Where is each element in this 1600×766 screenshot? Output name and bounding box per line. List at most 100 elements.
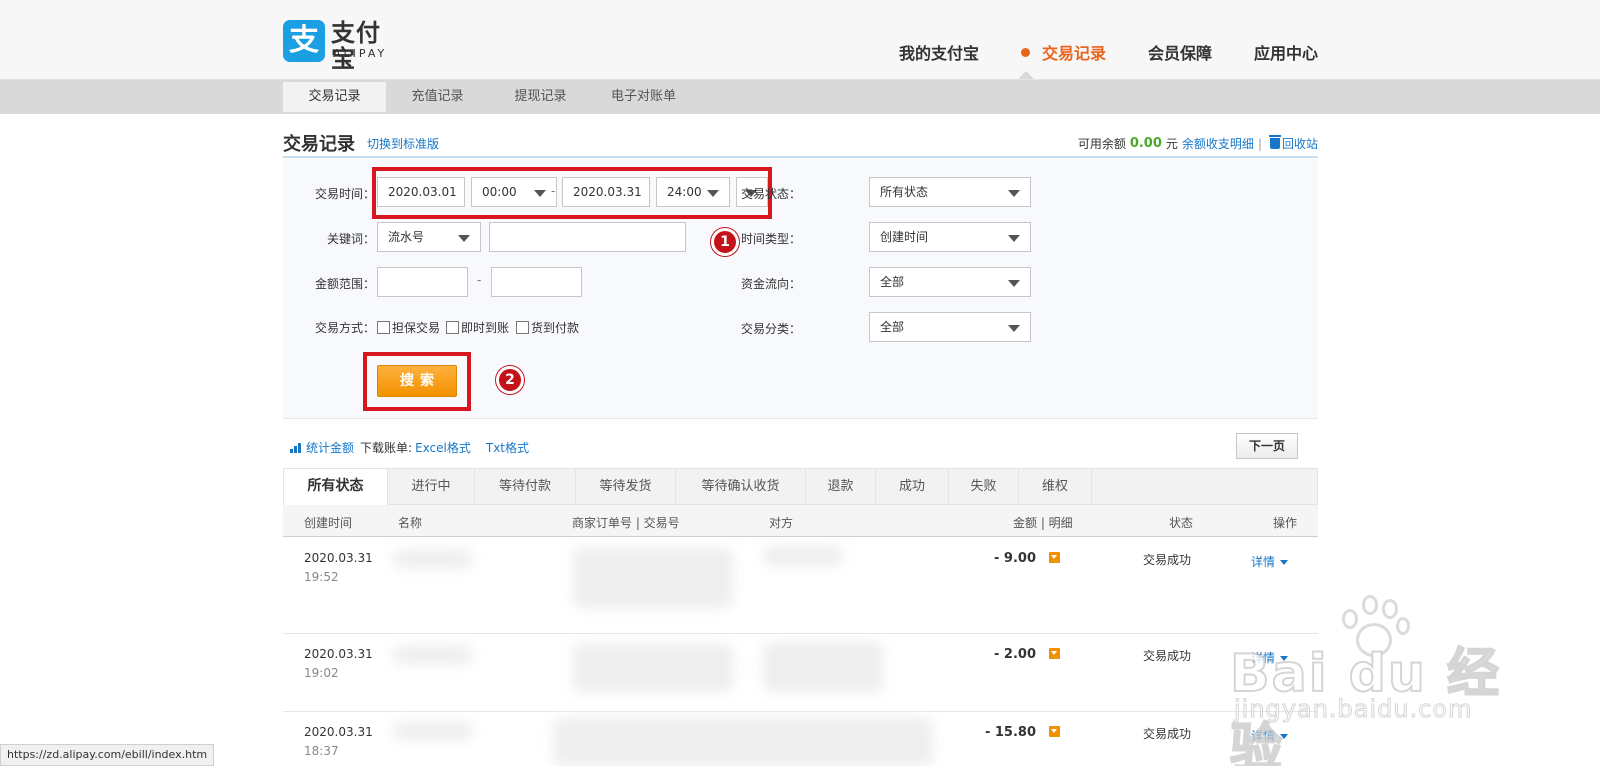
tab-success[interactable]: 成功 <box>876 469 949 504</box>
checkbox-icon <box>516 320 529 334</box>
table-row: 2020.03.31 19:02 - 2.00 交易成功 详情 <box>283 634 1318 712</box>
blurred-party <box>763 546 843 566</box>
logo-text-en: ALIPAY <box>333 47 388 60</box>
alipay-logo[interactable]: 支 支付宝 ALIPAY <box>283 20 405 72</box>
flow-label: 资金流向： <box>740 277 801 291</box>
keyword-type-select[interactable]: 流水号 <box>377 222 481 252</box>
separator: | <box>1257 136 1262 151</box>
row-amount: - 9.00 <box>994 551 1036 566</box>
row-amount: - 15.80 <box>984 725 1036 740</box>
blurred-order <box>573 548 733 608</box>
download-txt-link[interactable]: Txt格式 <box>486 439 529 456</box>
checkbox-icon <box>446 320 459 334</box>
amount-max-input[interactable] <box>491 267 582 297</box>
amount-min-input[interactable] <box>377 267 468 297</box>
col-name: 名称 <box>398 516 423 530</box>
col-created: 创建时间 <box>304 516 353 530</box>
balance-value: 0.00 <box>1129 136 1162 151</box>
watermark-url: jingyan.baidu.com <box>1233 695 1473 724</box>
chevron-down-icon <box>1008 190 1020 197</box>
active-dot-icon <box>1020 48 1030 57</box>
col-order: 商家订单号 | 交易号 <box>572 516 680 530</box>
nav-member-protection[interactable]: 会员保障 <box>1148 41 1212 67</box>
tab-awaiting-shipment[interactable]: 等待发货 <box>576 469 676 504</box>
row-status: 交易成功 <box>1143 727 1192 741</box>
blurred-order <box>553 718 933 766</box>
download-excel-link[interactable]: Excel格式 <box>415 439 471 456</box>
amount-detail-icon[interactable] <box>1049 726 1060 737</box>
stats-amount-link[interactable]: 统计金额 <box>306 439 354 456</box>
blurred-name <box>393 550 473 568</box>
checkbox-instant[interactable]: 即时到账 <box>446 319 509 335</box>
nav-transactions[interactable]: 交易记录 <box>1020 41 1106 67</box>
nav-caret-icon <box>1018 71 1034 79</box>
keyword-input[interactable] <box>489 222 686 252</box>
highlight-box-search <box>363 352 471 411</box>
chevron-down-icon <box>458 235 470 242</box>
row-date: 2020.03.31 <box>304 647 373 661</box>
title-bar: 交易记录 切换到标准版 可用余额 0.00 元 余额收支明细 | 回收站 <box>283 126 1318 158</box>
col-amount: 金额 | 明细 <box>1013 516 1073 530</box>
tab-refund[interactable]: 退款 <box>806 469 876 504</box>
browser-status-url: https://zd.alipay.com/ebill/index.htm <box>0 744 215 766</box>
alipay-page: 支 支付宝 ALIPAY 我的支付宝 交易记录 会员保障 应用中心 交易记录 充… <box>0 0 1600 766</box>
status-select[interactable]: 所有状态 <box>869 177 1031 207</box>
trash-icon <box>1268 135 1281 149</box>
row-date: 2020.03.31 <box>304 725 373 739</box>
nav-app-center[interactable]: 应用中心 <box>1254 41 1318 67</box>
checkbox-escrow[interactable]: 担保交易 <box>377 319 440 335</box>
balance-info: 可用余额 0.00 元 余额收支明细 | 回收站 <box>1078 135 1318 152</box>
logo-text-cn: 支付宝 <box>331 19 381 73</box>
chevron-down-icon <box>1008 325 1020 332</box>
checkbox-cod[interactable]: 货到付款 <box>516 319 579 335</box>
amount-range-dash: - <box>477 273 482 287</box>
amount-detail-icon[interactable] <box>1049 648 1060 659</box>
balance-label: 可用余额 <box>1077 137 1126 151</box>
next-page-button[interactable]: 下一页 <box>1236 433 1298 459</box>
subnav-transactions[interactable]: 交易记录 <box>283 82 386 112</box>
row-time: 18:37 <box>304 744 339 758</box>
tab-failed[interactable]: 失败 <box>949 469 1019 504</box>
bar-chart-icon <box>290 442 302 453</box>
row-status: 交易成功 <box>1143 553 1192 567</box>
blurred-order <box>573 644 733 692</box>
row-amount: - 2.00 <box>994 647 1036 662</box>
method-label: 交易方式： <box>314 321 375 335</box>
category-select[interactable]: 全部 <box>869 312 1031 342</box>
tab-dispute[interactable]: 维权 <box>1019 469 1092 504</box>
switch-standard-link[interactable]: 切换到标准版 <box>367 135 439 152</box>
amount-detail-icon[interactable] <box>1049 552 1060 563</box>
checkbox-icon <box>377 320 390 334</box>
col-status: 状态 <box>1169 516 1194 530</box>
row-date: 2020.03.31 <box>304 551 373 565</box>
status-label: 交易状态： <box>740 187 801 201</box>
timetype-label: 时间类型： <box>740 232 801 246</box>
balance-detail-link[interactable]: 余额收支明细 <box>1182 135 1254 152</box>
row-status: 交易成功 <box>1143 649 1192 663</box>
col-party: 对方 <box>769 516 794 530</box>
sub-nav: 交易记录 充值记录 提现记录 电子对账单 <box>0 80 1600 114</box>
subnav-recharge[interactable]: 充值记录 <box>386 82 489 112</box>
tab-awaiting-payment[interactable]: 等待付款 <box>475 469 576 504</box>
recycle-bin-link[interactable]: 回收站 <box>1282 135 1318 152</box>
timetype-select[interactable]: 创建时间 <box>869 222 1031 252</box>
table-header: 创建时间 名称 商家订单号 | 交易号 对方 金额 | 明细 状态 操作 <box>283 505 1318 537</box>
amount-label: 金额范围： <box>314 277 375 291</box>
keyword-label: 关键词： <box>326 232 375 246</box>
time-label: 交易时间： <box>314 187 375 201</box>
status-tabs: 所有状态 进行中 等待付款 等待发货 等待确认收货 退款 成功 失败 维权 <box>283 468 1318 505</box>
annotation-badge-2: 2 <box>496 366 524 394</box>
baidu-watermark: Bai du 经验 jingyan.baidu.com <box>1220 595 1520 766</box>
row-time: 19:02 <box>304 666 339 680</box>
page-title: 交易记录 <box>283 134 355 155</box>
main-nav: 我的支付宝 交易记录 会员保障 应用中心 <box>857 41 1318 67</box>
subnav-withdraw[interactable]: 提现记录 <box>489 82 592 112</box>
flow-select[interactable]: 全部 <box>869 267 1031 297</box>
tab-all[interactable]: 所有状态 <box>284 469 388 505</box>
tab-awaiting-confirmation[interactable]: 等待确认收货 <box>676 469 806 504</box>
top-header: 支 支付宝 ALIPAY 我的支付宝 交易记录 会员保障 应用中心 <box>0 0 1600 80</box>
row-detail-link[interactable]: 详情 <box>1251 553 1288 570</box>
subnav-ebill[interactable]: 电子对账单 <box>592 82 695 112</box>
nav-my-alipay[interactable]: 我的支付宝 <box>899 41 979 67</box>
tab-in-progress[interactable]: 进行中 <box>388 469 475 504</box>
